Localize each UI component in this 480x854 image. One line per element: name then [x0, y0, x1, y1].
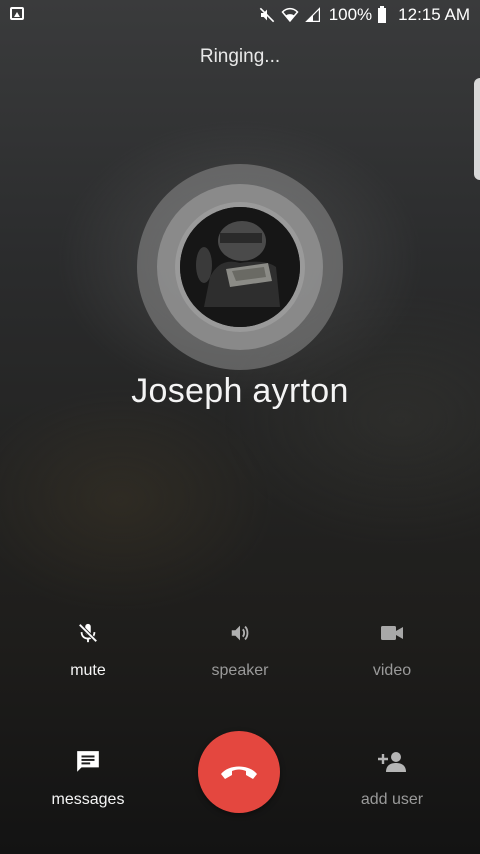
end-call-button[interactable] [198, 731, 280, 813]
mic-off-icon [78, 623, 98, 643]
add-person-icon [378, 752, 406, 772]
battery-percentage: 100% [328, 5, 373, 24]
call-status: Ringing... [199, 46, 281, 67]
add-user-button[interactable]: add user [332, 749, 452, 809]
clock: 12:15 AM [398, 5, 470, 24]
add-user-label: add user [360, 791, 424, 808]
message-icon [77, 751, 99, 772]
contact-avatar [180, 207, 300, 327]
video-button[interactable]: video [332, 620, 452, 680]
mute-button[interactable]: mute [28, 620, 148, 680]
wifi-icon [281, 7, 299, 23]
status-right-group: 100% 12:15 AM [259, 4, 470, 26]
status-bar: 100% 12:15 AM [0, 0, 480, 30]
edge-panel-handle[interactable] [474, 78, 480, 180]
avatar-photo [180, 207, 300, 327]
signal-icon [304, 7, 320, 22]
image-notification-icon [10, 7, 24, 20]
battery-icon [378, 5, 387, 23]
speaker-label: speaker [211, 662, 269, 679]
speaker-icon [231, 625, 249, 641]
mute-label: mute [70, 662, 106, 679]
messages-button[interactable]: messages [28, 749, 148, 809]
hang-up-icon [221, 766, 257, 779]
messages-label: messages [51, 791, 125, 808]
video-label: video [372, 662, 412, 679]
mute-icon [259, 7, 274, 23]
speaker-button[interactable]: speaker [180, 620, 300, 680]
contact-name: Joseph ayrton [131, 372, 349, 410]
video-camera-icon [381, 626, 403, 640]
